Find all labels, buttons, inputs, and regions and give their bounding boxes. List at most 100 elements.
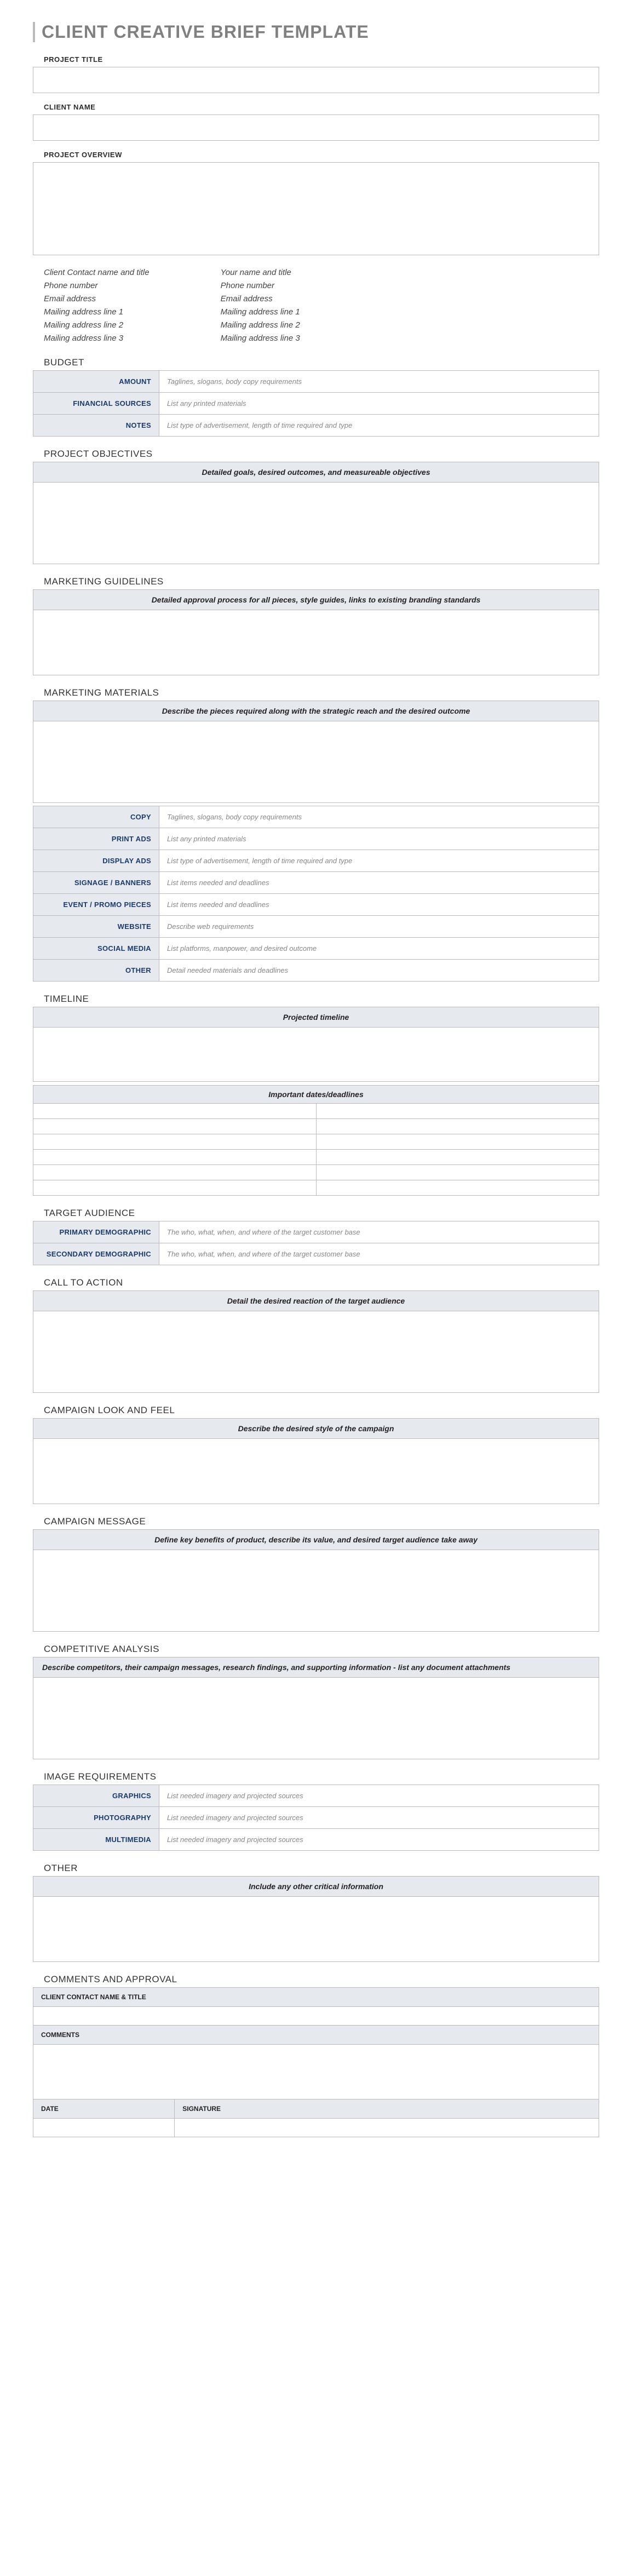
contact-line: Email address	[44, 292, 150, 306]
table-row	[33, 2119, 599, 2137]
table-row: PRIMARY DEMOGRAPHICThe who, what, when, …	[33, 1221, 599, 1243]
input-materials-overview[interactable]	[33, 721, 599, 803]
cell[interactable]	[33, 1180, 317, 1196]
cell[interactable]	[316, 1165, 599, 1180]
kv-val[interactable]: Taglines, slogans, body copy requirement…	[159, 806, 599, 828]
input-project-overview[interactable]	[33, 162, 599, 255]
cell[interactable]	[316, 1104, 599, 1119]
kv-key: DISPLAY ADS	[33, 850, 159, 872]
kv-val[interactable]: List platforms, manpower, and desired ou…	[159, 938, 599, 960]
cell[interactable]	[316, 1150, 599, 1165]
kv-val[interactable]: Detail needed materials and deadlines	[159, 960, 599, 982]
table-row	[33, 1165, 599, 1180]
contact-line: Your name and title	[221, 266, 300, 279]
kv-val[interactable]: Describe web requirements	[159, 916, 599, 938]
kv-key: SIGNAGE / BANNERS	[33, 872, 159, 894]
contact-line: Mailing address line 2	[221, 319, 300, 332]
input-other[interactable]	[33, 1896, 599, 1962]
table-row: SECONDARY DEMOGRAPHICThe who, what, when…	[33, 1243, 599, 1265]
contact-line: Client Contact name and title	[44, 266, 150, 279]
materials-table: COPYTaglines, slogans, body copy require…	[33, 806, 599, 982]
kv-val[interactable]: List needed imagery and projected source…	[159, 1785, 599, 1807]
label-client-name: CLIENT NAME	[44, 103, 599, 111]
contact-line: Phone number	[44, 279, 150, 292]
table-row	[33, 1119, 599, 1134]
contact-line: Phone number	[221, 279, 300, 292]
table-row	[33, 1150, 599, 1165]
kv-val[interactable]: List type of advertisement, length of ti…	[159, 415, 599, 437]
kv-val[interactable]: List items needed and deadlines	[159, 894, 599, 916]
cell[interactable]	[33, 1134, 317, 1150]
contacts-block: Client Contact name and title Phone numb…	[44, 266, 599, 345]
section-look: CAMPAIGN LOOK AND FEEL	[44, 1405, 599, 1416]
cell[interactable]	[33, 1104, 317, 1119]
page-title: CLIENT CREATIVE BRIEF TEMPLATE	[33, 22, 599, 42]
kv-key: PHOTOGRAPHY	[33, 1807, 159, 1829]
contact-line: Mailing address line 3	[44, 332, 150, 345]
section-audience: TARGET AUDIENCE	[44, 1208, 599, 1219]
section-images: IMAGE REQUIREMENTS	[44, 1771, 599, 1782]
cell[interactable]	[33, 1165, 317, 1180]
table-row: EVENT / PROMO PIECESList items needed an…	[33, 894, 599, 916]
input-look[interactable]	[33, 1438, 599, 1504]
kv-key: NOTES	[33, 415, 159, 437]
kv-key: FINANCIAL SOURCES	[33, 393, 159, 415]
table-row: NOTESList type of advertisement, length …	[33, 415, 599, 437]
input-approval-name[interactable]	[33, 2007, 599, 2026]
input-cta[interactable]	[33, 1311, 599, 1393]
prompt-materials: Describe the pieces required along with …	[33, 701, 599, 721]
table-row: WEBSITEDescribe web requirements	[33, 916, 599, 938]
contact-line: Mailing address line 1	[44, 306, 150, 319]
kv-val[interactable]: List any printed materials	[159, 828, 599, 850]
label-project-title: PROJECT TITLE	[44, 55, 599, 64]
table-row: COMMENTS	[33, 2026, 599, 2045]
self-contact-col: Your name and title Phone number Email a…	[221, 266, 300, 345]
input-competitive[interactable]	[33, 1677, 599, 1759]
section-guidelines: MARKETING GUIDELINES	[44, 576, 599, 587]
table-row	[33, 1104, 599, 1119]
cell[interactable]	[316, 1119, 599, 1134]
section-approval: COMMENTS AND APPROVAL	[44, 1974, 599, 1985]
kv-val[interactable]: The who, what, when, and where of the ta…	[159, 1243, 599, 1265]
cell[interactable]	[33, 1119, 317, 1134]
kv-val[interactable]: List items needed and deadlines	[159, 872, 599, 894]
cell[interactable]	[316, 1180, 599, 1196]
kv-val[interactable]: Taglines, slogans, body copy requirement…	[159, 371, 599, 393]
input-client-name[interactable]	[33, 114, 599, 141]
input-project-title[interactable]	[33, 67, 599, 93]
input-approval-comments[interactable]	[33, 2045, 599, 2099]
kv-key: PRIMARY DEMOGRAPHIC	[33, 1221, 159, 1243]
kv-val[interactable]: List any printed materials	[159, 393, 599, 415]
section-message: CAMPAIGN MESSAGE	[44, 1516, 599, 1527]
approval-comments-label: COMMENTS	[33, 2026, 599, 2045]
cell[interactable]	[33, 1150, 317, 1165]
prompt-look: Describe the desired style of the campai…	[33, 1418, 599, 1438]
cell[interactable]	[316, 1134, 599, 1150]
table-row: DISPLAY ADSList type of advertisement, l…	[33, 850, 599, 872]
kv-val[interactable]: The who, what, when, and where of the ta…	[159, 1221, 599, 1243]
contact-line: Mailing address line 1	[221, 306, 300, 319]
kv-val[interactable]: List needed imagery and projected source…	[159, 1807, 599, 1829]
section-cta: CALL TO ACTION	[44, 1277, 599, 1288]
input-guidelines[interactable]	[33, 610, 599, 675]
input-approval-date[interactable]	[33, 2119, 175, 2137]
contact-line: Mailing address line 2	[44, 319, 150, 332]
table-row: COPYTaglines, slogans, body copy require…	[33, 806, 599, 828]
prompt-projected-timeline: Projected timeline	[33, 1007, 599, 1027]
kv-val[interactable]: List needed imagery and projected source…	[159, 1829, 599, 1851]
section-competitive: COMPETITIVE ANALYSIS	[44, 1644, 599, 1655]
prompt-objectives: Detailed goals, desired outcomes, and me…	[33, 462, 599, 482]
table-row	[33, 1180, 599, 1196]
table-row	[33, 2007, 599, 2026]
input-approval-signature[interactable]	[175, 2119, 599, 2137]
input-message[interactable]	[33, 1550, 599, 1632]
kv-val[interactable]: List type of advertisement, length of ti…	[159, 850, 599, 872]
table-row: DATE SIGNATURE	[33, 2099, 599, 2119]
kv-key: SOCIAL MEDIA	[33, 938, 159, 960]
input-projected-timeline[interactable]	[33, 1027, 599, 1082]
deadlines-header: Important dates/deadlines	[33, 1086, 599, 1104]
section-objectives: PROJECT OBJECTIVES	[44, 449, 599, 460]
table-row: SIGNAGE / BANNERSList items needed and d…	[33, 872, 599, 894]
input-objectives[interactable]	[33, 482, 599, 564]
table-row: PRINT ADSList any printed materials	[33, 828, 599, 850]
